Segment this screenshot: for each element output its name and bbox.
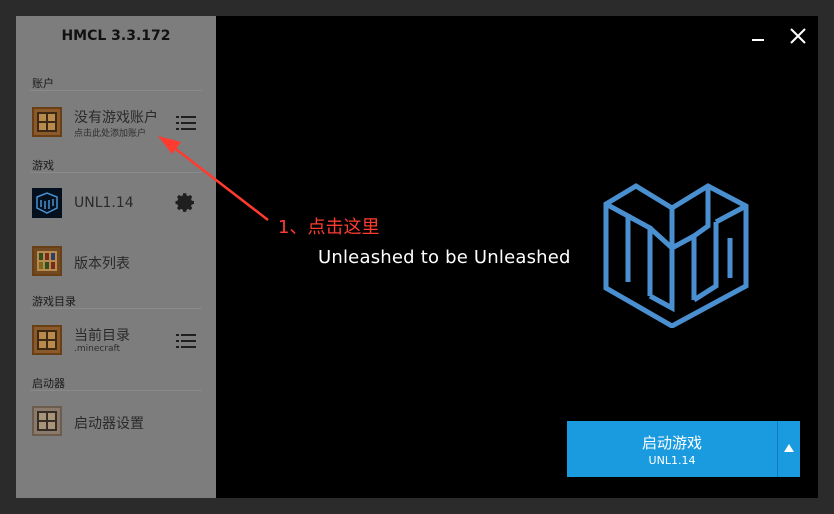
account-title: 没有游戏账户 bbox=[74, 110, 158, 126]
game-item[interactable]: UNL1.14 bbox=[30, 184, 202, 224]
bookshelf-icon bbox=[32, 246, 62, 276]
crafting-table-icon bbox=[32, 325, 62, 355]
sidebar: HMCL 3.3.172 账户 没有游戏账户 点击此处添加账户 游戏 UNL1.… bbox=[16, 16, 216, 498]
launch-version: UNL1.14 bbox=[648, 454, 696, 467]
section-label-launcher: 启动器 bbox=[32, 377, 65, 390]
directory-subtitle: .minecraft bbox=[74, 344, 121, 354]
annotation-text: 1、点击这里 bbox=[278, 217, 380, 238]
account-subtitle: 点击此处添加账户 bbox=[74, 129, 147, 139]
crafting-table-icon bbox=[32, 406, 62, 436]
tagline: Unleashed to be Unleashed bbox=[318, 247, 571, 268]
list-icon[interactable] bbox=[174, 111, 198, 135]
section-label-account: 账户 bbox=[32, 77, 54, 90]
section-label-directory: 游戏目录 bbox=[32, 295, 76, 308]
account-item[interactable]: 没有游戏账户 点击此处添加账户 bbox=[30, 103, 202, 143]
launcher-window: HMCL 3.3.172 账户 没有游戏账户 点击此处添加账户 游戏 UNL1.… bbox=[16, 16, 818, 498]
close-icon[interactable] bbox=[786, 24, 810, 48]
divider bbox=[30, 390, 202, 391]
section-label-game: 游戏 bbox=[32, 159, 54, 172]
list-icon[interactable] bbox=[174, 329, 198, 353]
unl-cube-logo-icon bbox=[603, 183, 749, 328]
gear-icon[interactable] bbox=[174, 192, 198, 216]
crafting-table-icon bbox=[32, 107, 62, 137]
divider bbox=[30, 172, 202, 173]
divider bbox=[30, 90, 202, 91]
directory-item[interactable]: 当前目录 .minecraft bbox=[30, 321, 202, 361]
launch-button[interactable]: 启动游戏 UNL1.14 bbox=[567, 421, 777, 477]
version-list-title: 版本列表 bbox=[74, 256, 130, 272]
minimize-icon[interactable] bbox=[746, 24, 770, 48]
game-title: UNL1.14 bbox=[74, 195, 134, 211]
directory-title: 当前目录 bbox=[74, 328, 130, 344]
divider bbox=[30, 308, 202, 309]
launcher-settings-item[interactable]: 启动器设置 bbox=[30, 402, 202, 442]
version-list-item[interactable]: 版本列表 bbox=[30, 242, 202, 282]
main-panel: 1、点击这里 Unleashed to be Unleashed 启动游戏 UN… bbox=[216, 16, 818, 498]
launch-label: 启动游戏 bbox=[641, 434, 702, 452]
game-logo-icon bbox=[32, 188, 62, 218]
caret-up-icon bbox=[784, 444, 794, 452]
app-title: HMCL 3.3.172 bbox=[61, 28, 171, 44]
launcher-settings-title: 启动器设置 bbox=[74, 416, 144, 432]
launch-menu-button[interactable] bbox=[777, 421, 800, 477]
